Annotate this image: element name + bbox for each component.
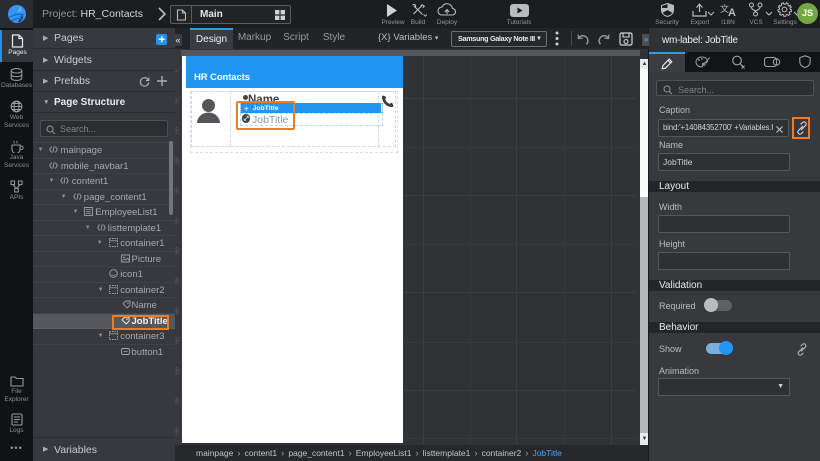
svg-text:250: 250 (175, 217, 180, 225)
svg-text:350: 350 (175, 277, 180, 285)
svg-text:100: 100 (175, 127, 180, 135)
svg-text:200: 200 (175, 187, 180, 195)
svg-text:450: 450 (175, 337, 180, 345)
svg-text:400: 400 (175, 307, 180, 315)
svg-text:0: 0 (175, 69, 180, 72)
svg-text:A: A (728, 7, 736, 17)
svg-text:300: 300 (175, 247, 180, 255)
svg-text:50: 50 (175, 98, 180, 104)
svg-text:150: 150 (175, 157, 180, 165)
svg-text:500: 500 (175, 367, 180, 375)
svg-text:550: 550 (175, 397, 180, 405)
svg-text:600: 600 (175, 427, 180, 435)
